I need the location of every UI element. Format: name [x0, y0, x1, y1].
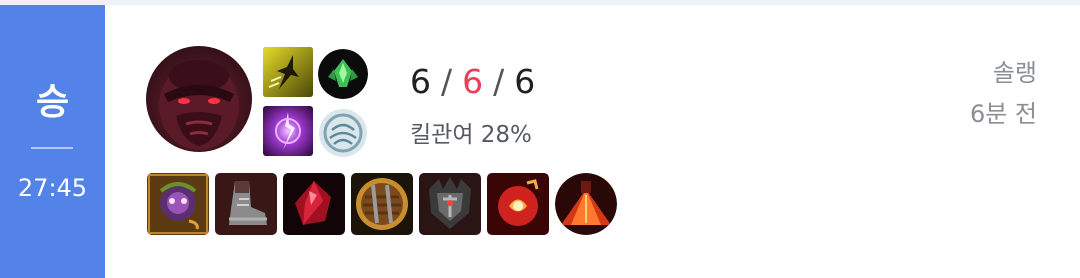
item-4-shield-icon[interactable] — [351, 173, 413, 235]
time-ago: 6분 전 — [969, 100, 1037, 128]
item-6-icon[interactable] — [487, 173, 549, 235]
queue-type: 솔랭 — [992, 59, 1037, 87]
result-divider — [31, 147, 73, 149]
keystone-rune-icon[interactable] — [318, 49, 368, 99]
kda-separator: / — [441, 62, 453, 101]
champion-portrait-icon[interactable] — [146, 46, 252, 152]
item-5-icon[interactable] — [419, 173, 481, 235]
match-duration: 27:45 — [17, 174, 88, 202]
trinket-ward-icon[interactable] — [555, 173, 617, 235]
kda-deaths: 6 — [462, 62, 484, 101]
kill-participation: 킬관여 28% — [410, 122, 532, 148]
secondary-rune-tree-icon[interactable] — [318, 108, 368, 158]
kda: 6/6/6 — [410, 62, 535, 102]
item-2-boots-icon[interactable] — [215, 173, 277, 235]
result-bar: 승 27:45 — [0, 5, 105, 278]
kda-kills: 6 — [410, 62, 431, 101]
item-1-icon[interactable] — [147, 173, 209, 235]
ghost-spell-icon[interactable] — [263, 47, 313, 97]
match-result: 승 — [35, 82, 70, 123]
ignite-spell-icon[interactable] — [263, 106, 313, 156]
item-3-icon[interactable] — [283, 173, 345, 235]
kda-assists: 6 — [514, 62, 536, 101]
kda-separator: / — [493, 62, 505, 101]
match-card[interactable]: 승 27:45 6 / 6 / 6 킬관여 28% 솔랭 6분 전 — [0, 5, 1080, 278]
